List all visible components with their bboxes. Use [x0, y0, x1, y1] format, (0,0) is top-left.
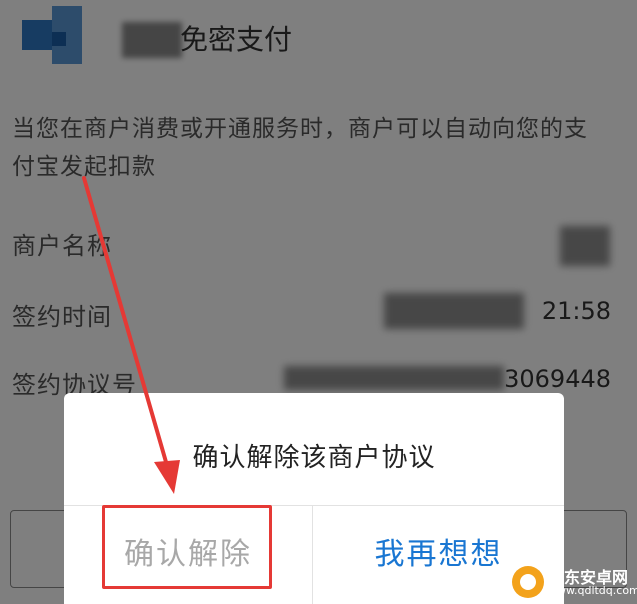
watermark-url: www.qdltdq.com	[548, 584, 637, 597]
highlight-box	[102, 505, 272, 589]
dialog-message: 确认解除该商户协议	[192, 443, 436, 473]
watermark: 启东安卓网 www.qdltdq.com	[512, 562, 637, 602]
watermark-logo-icon	[512, 566, 544, 598]
